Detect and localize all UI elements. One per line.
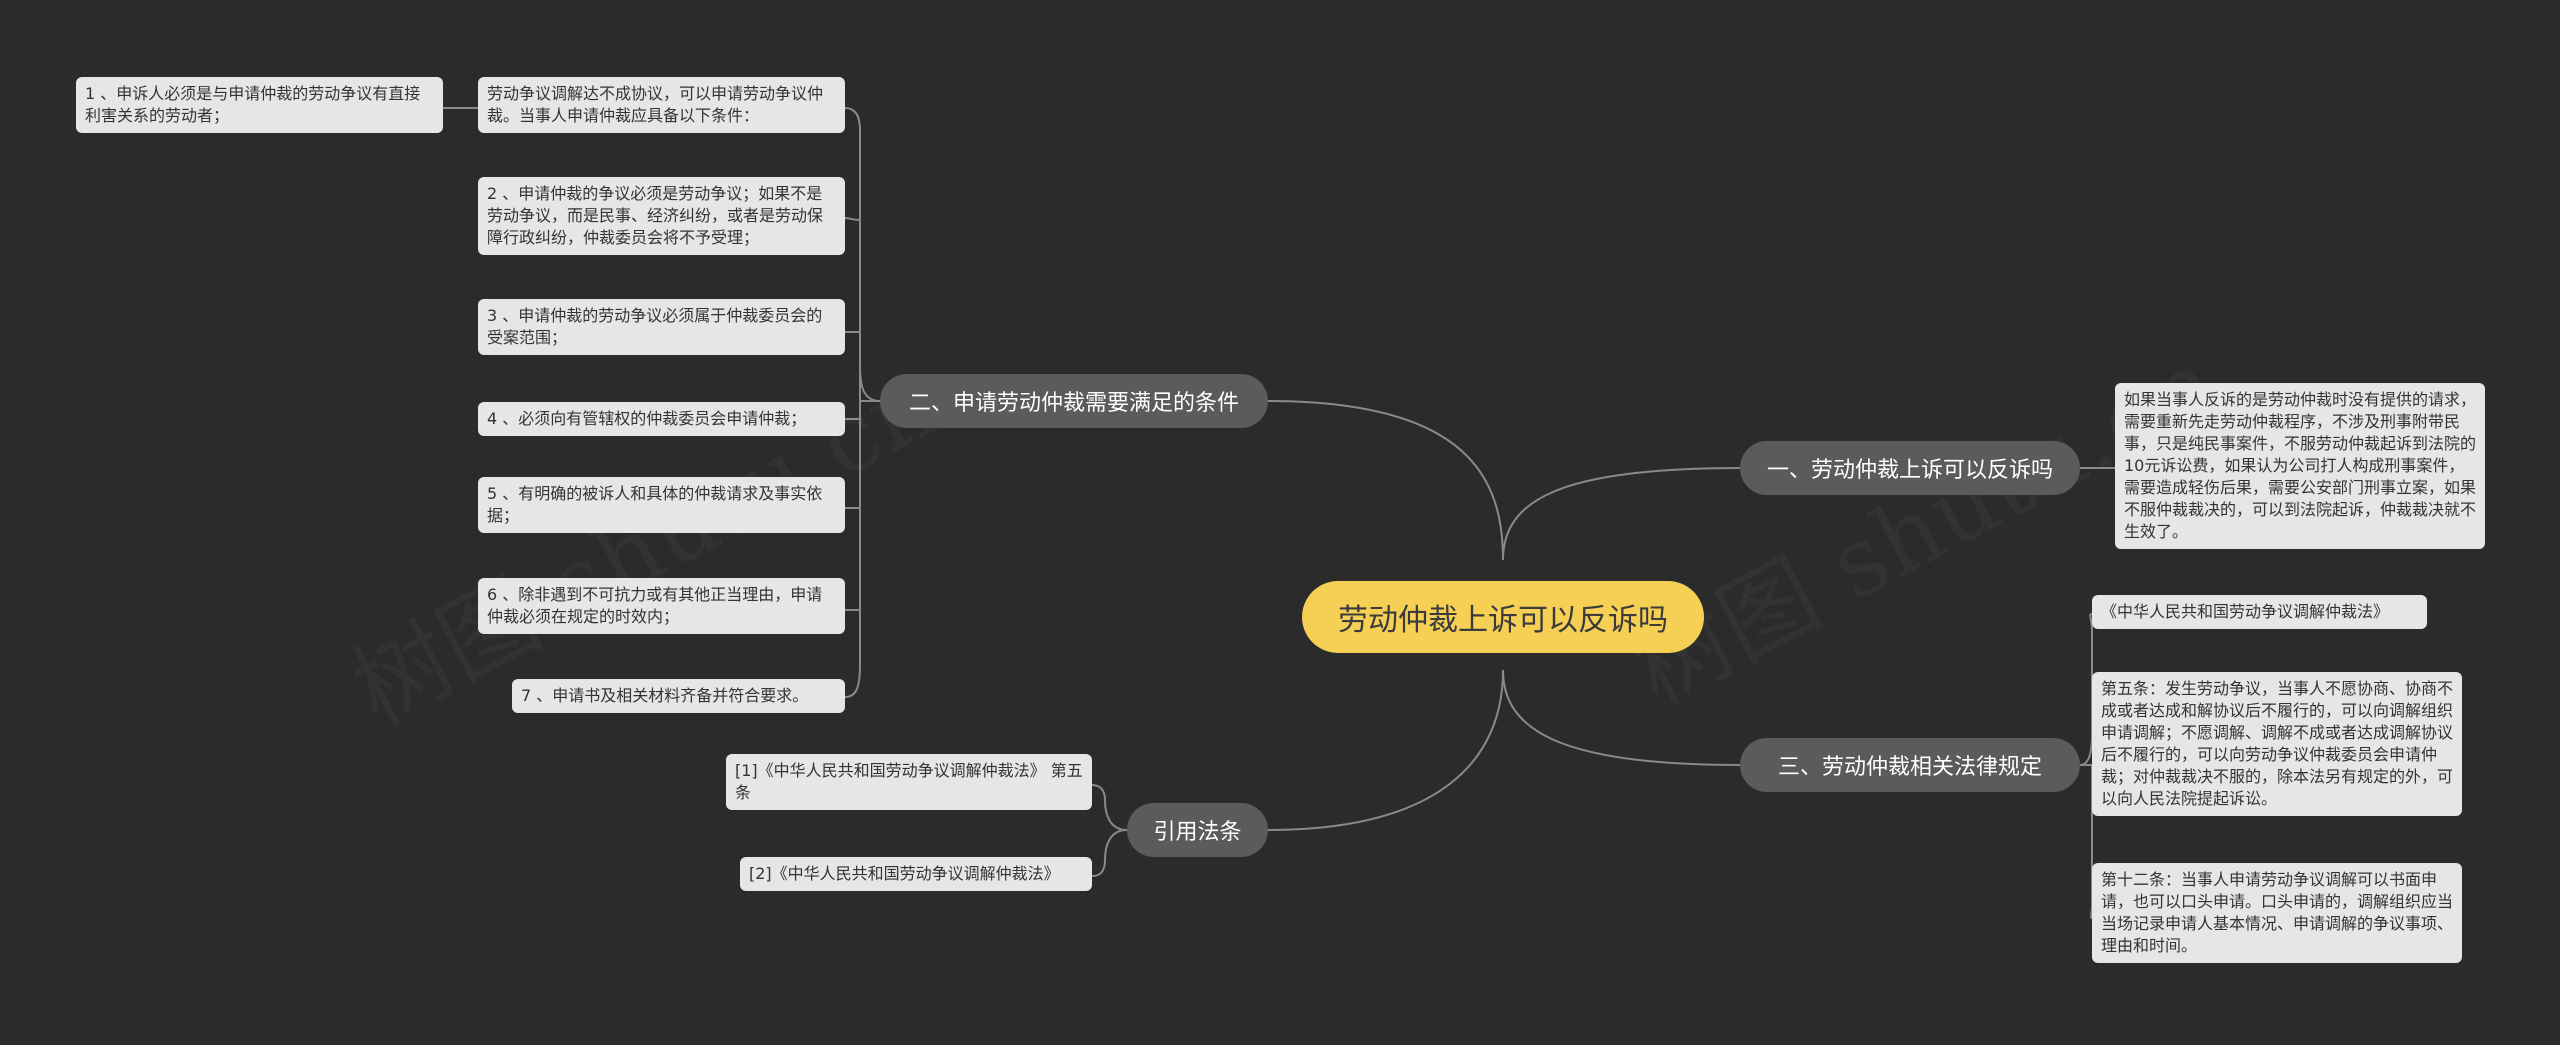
root-node[interactable]: 劳动仲裁上诉可以反诉吗 <box>1302 581 1704 653</box>
leaf-b2-sub[interactable]: 1 、申诉人必须是与申请仲裁的劳动争议有直接利害关系的劳动者； <box>76 77 443 133</box>
branch-title: 一、劳动仲裁上诉可以反诉吗 <box>1766 458 2053 483</box>
leaf-b1-text[interactable]: 如果当事人反诉的是劳动仲裁时没有提供的请求，需要重新先走劳动仲裁程序，不涉及刑事… <box>2115 383 2485 549</box>
branch-title: 引用法条 <box>1153 820 1242 845</box>
leaf-b2-item-5[interactable]: 5 、有明确的被诉人和具体的仲裁请求及事实依据； <box>478 477 845 533</box>
leaf-b2-intro[interactable]: 劳动争议调解达不成协议，可以申请劳动争议仲裁。当事人申请仲裁应具备以下条件： <box>478 77 845 133</box>
leaf-b4-item-1[interactable]: [1]《中华人民共和国劳动争议调解仲裁法》 第五条 <box>726 754 1092 810</box>
link-b3-items <box>2079 613 2093 919</box>
leaf-b2-item-3[interactable]: 3 、申请仲裁的劳动争议必须属于仲裁委员会的受案范围； <box>478 299 845 355</box>
branch-title: 二、申请劳动仲裁需要满足的条件 <box>908 391 1239 416</box>
leaf-b3-item-2[interactable]: 第五条：发生劳动争议，当事人不愿协商、协商不成或者达成和解协议后不履行的，可以向… <box>2092 672 2462 816</box>
leaf-b2-item-6[interactable]: 6 、除非遇到不可抗力或有其他正当理由，申请仲裁必须在规定的时效内； <box>478 578 845 634</box>
leaf-b2-item-7[interactable]: 7 、申请书及相关材料齐备并符合要求。 <box>512 679 845 713</box>
branch-node-b1[interactable]: 一、劳动仲裁上诉可以反诉吗 <box>1740 441 2080 495</box>
branch-node-b4[interactable]: 引用法条 <box>1127 803 1268 857</box>
link-b4-items <box>1091 784 1128 877</box>
leaf-b3-item-3[interactable]: 第十二条：当事人申请劳动争议调解可以书面申请，也可以口头申请。口头申请的，调解组… <box>2092 863 2462 963</box>
branch-node-b2[interactable]: 二、申请劳动仲裁需要满足的条件 <box>880 374 1268 428</box>
link-root-b1 <box>1502 467 1741 561</box>
link-root-b4 <box>1267 669 1504 831</box>
leaf-b2-item-2[interactable]: 2 、申请仲裁的争议必须是劳动争议；如果不是劳动争议，而是民事、经济纠纷，或者是… <box>478 177 845 255</box>
branch-title: 三、劳动仲裁相关法律规定 <box>1777 755 2042 780</box>
leaf-b4-item-2[interactable]: [2]《中华人民共和国劳动争议调解仲裁法》 <box>740 857 1092 891</box>
link-b2-i2 <box>844 217 861 221</box>
leaf-b3-item-1[interactable]: 《中华人民共和国劳动争议调解仲裁法》 <box>2092 595 2427 629</box>
root-title: 劳动仲裁上诉可以反诉吗 <box>1338 603 1668 638</box>
leaf-b2-item-4[interactable]: 4 、必须向有管辖权的仲裁委员会申请仲裁； <box>478 402 845 436</box>
link-root-b2 <box>1267 400 1504 561</box>
branch-node-b3[interactable]: 三、劳动仲裁相关法律规定 <box>1740 738 2080 792</box>
